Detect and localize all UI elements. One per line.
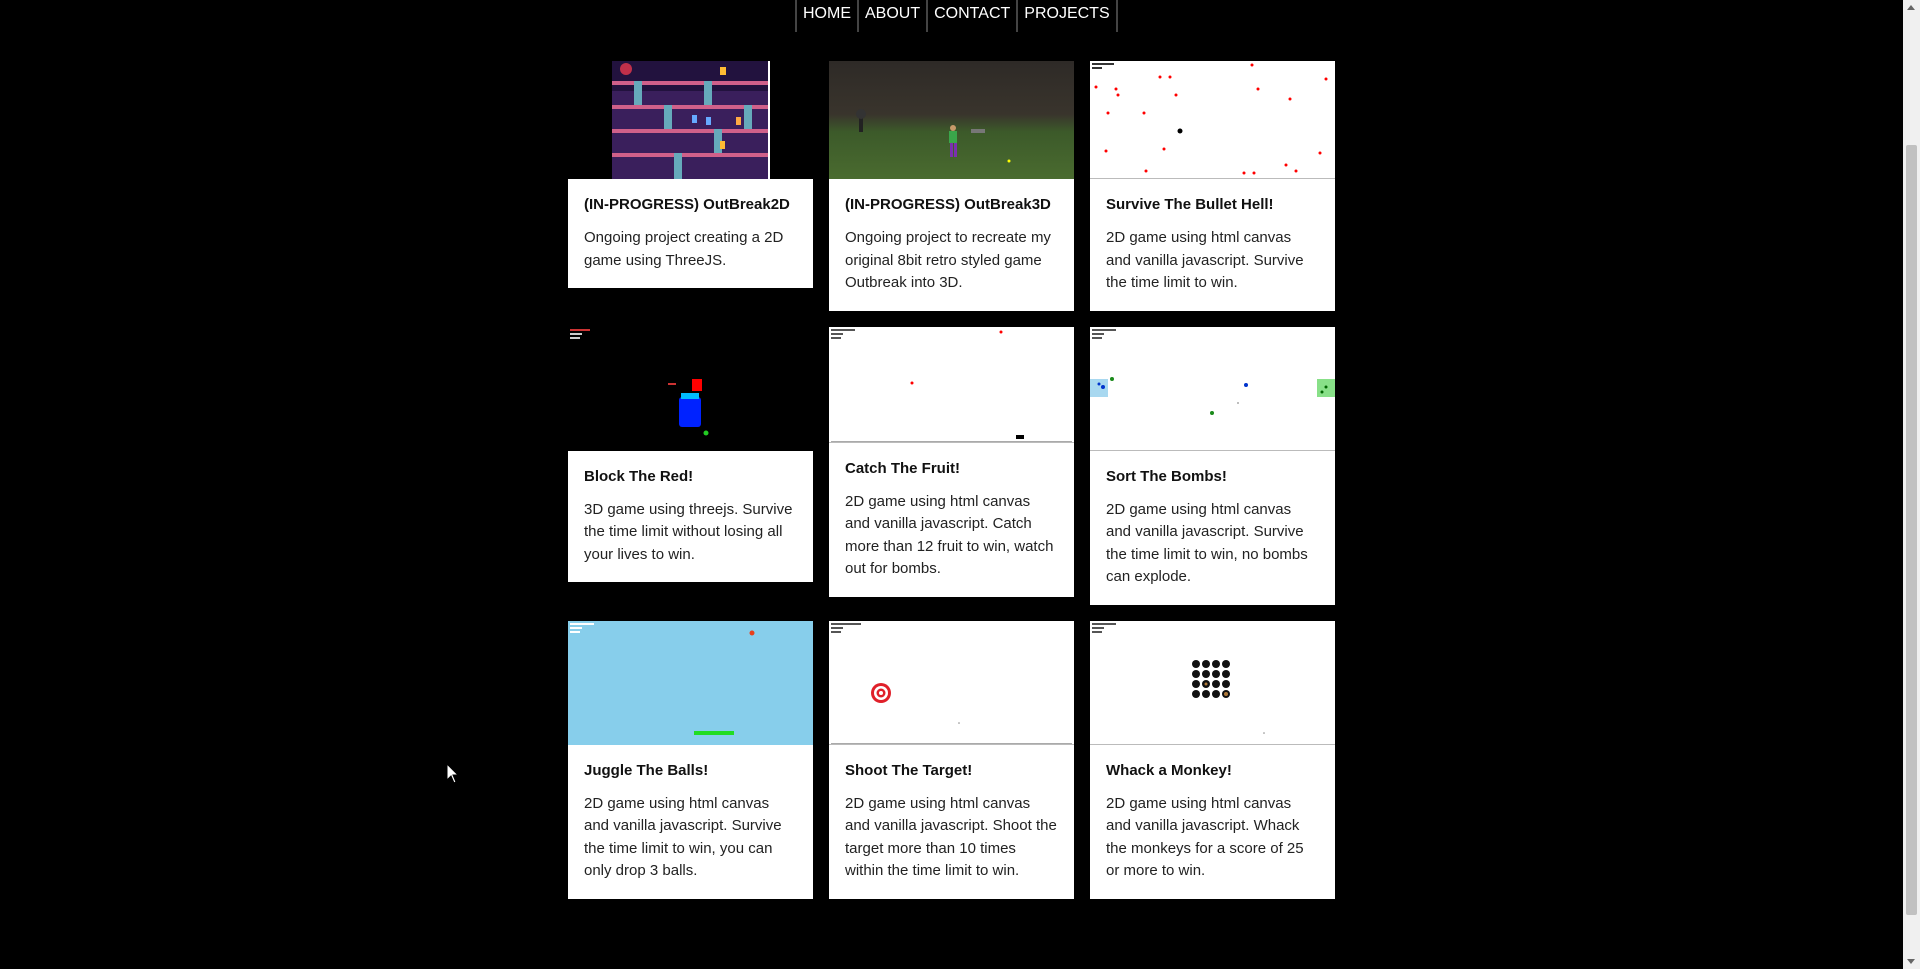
project-card[interactable]: Catch The Fruit! 2D game using html canv… bbox=[829, 326, 1074, 597]
project-card[interactable]: (IN-PROGRESS) OutBreak2D Ongoing project… bbox=[568, 61, 813, 288]
project-description: Ongoing project creating a 2D game using… bbox=[584, 229, 784, 269]
project-title: Juggle The Balls! bbox=[584, 761, 709, 779]
main-nav: HOME ABOUT CONTACT PROJECTS bbox=[795, 0, 1118, 32]
project-title: Shoot The Target! bbox=[845, 761, 973, 779]
sort-the-bombs-screenshot bbox=[1090, 328, 1335, 415]
project-description: 2D game using html canvas and vanilla ja… bbox=[1106, 500, 1308, 586]
project-title: (IN-PROGRESS) OutBreak2D bbox=[584, 196, 790, 213]
project-card[interactable]: Juggle The Balls! 2D game using html can… bbox=[568, 620, 813, 899]
project-description: 2D game using html canvas and vanilla ja… bbox=[845, 492, 1054, 578]
project-title: (IN-PROGRESS) OutBreak3D bbox=[845, 196, 1051, 213]
project-thumbnail bbox=[829, 61, 1074, 179]
outbreak2d-screenshot bbox=[612, 61, 770, 179]
nav-contact-link[interactable]: CONTACT bbox=[926, 0, 1017, 32]
project-thumbnail bbox=[1090, 620, 1335, 745]
project-card[interactable]: Whack a Monkey! 2D game using html canva… bbox=[1090, 620, 1335, 899]
project-thumbnail bbox=[568, 326, 813, 451]
nav-projects-link[interactable]: PROJECTS bbox=[1016, 0, 1118, 32]
block-the-red-screenshot bbox=[570, 328, 709, 435]
project-thumbnail bbox=[568, 61, 813, 179]
project-thumbnail bbox=[829, 326, 1074, 443]
outbreak3d-screenshot bbox=[856, 109, 1011, 163]
bullet-hell-screenshot bbox=[1092, 63, 1328, 175]
whack-a-monkey-screenshot bbox=[1092, 622, 1265, 734]
project-description: Ongoing project to recreate my original … bbox=[845, 229, 1051, 291]
nav-about-link[interactable]: ABOUT bbox=[857, 0, 927, 32]
nav-home-link[interactable]: HOME bbox=[795, 0, 857, 32]
project-card[interactable]: Survive The Bullet Hell! 2D game using h… bbox=[1090, 61, 1335, 311]
mouse-cursor-icon bbox=[446, 763, 460, 784]
project-title: Whack a Monkey! bbox=[1106, 761, 1232, 779]
project-title: Survive The Bullet Hell! bbox=[1106, 196, 1274, 213]
project-description: 3D game using threejs. Survive the time … bbox=[584, 500, 793, 563]
project-card[interactable]: Sort The Bombs! 2D game using html canva… bbox=[1090, 326, 1335, 605]
project-thumbnail bbox=[1090, 61, 1335, 179]
page-scrollbar[interactable] bbox=[1903, 0, 1920, 969]
project-thumbnail bbox=[568, 620, 813, 745]
project-thumbnail bbox=[1090, 326, 1335, 451]
project-grid: (IN-PROGRESS) OutBreak2D Ongoing project… bbox=[568, 61, 1336, 899]
shoot-the-target-screenshot bbox=[831, 622, 1072, 744]
project-title: Catch The Fruit! bbox=[845, 459, 960, 477]
catch-the-fruit-screenshot bbox=[831, 328, 1072, 442]
project-description: 2D game using html canvas and vanilla ja… bbox=[1106, 229, 1304, 291]
project-card[interactable]: (IN-PROGRESS) OutBreak3D Ongoing project… bbox=[829, 61, 1074, 311]
project-description: 2D game using html canvas and vanilla ja… bbox=[584, 794, 782, 880]
scrollbar-thumb[interactable] bbox=[1906, 145, 1917, 915]
scroll-up-arrow-icon[interactable] bbox=[1907, 5, 1915, 10]
juggle-the-balls-screenshot bbox=[570, 622, 755, 735]
project-title: Sort The Bombs! bbox=[1106, 467, 1227, 485]
scroll-down-arrow-icon[interactable] bbox=[1907, 959, 1915, 964]
project-description: 2D game using html canvas and vanilla ja… bbox=[1106, 794, 1304, 880]
project-thumbnail bbox=[829, 620, 1074, 745]
project-title: Block The Red! bbox=[584, 467, 694, 485]
project-description: 2D game using html canvas and vanilla ja… bbox=[845, 794, 1057, 880]
project-card[interactable]: Shoot The Target! 2D game using html can… bbox=[829, 620, 1074, 899]
project-card[interactable]: Block The Red! 3D game using threejs. Su… bbox=[568, 326, 813, 582]
